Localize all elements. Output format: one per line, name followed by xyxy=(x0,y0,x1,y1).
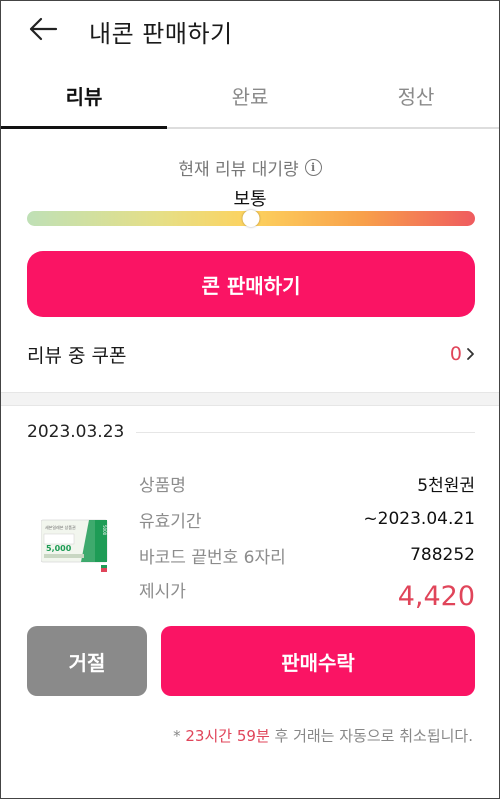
detail-value: 788252 xyxy=(410,545,475,565)
gift-card-brand: 세븐일레븐 상품권 xyxy=(45,524,76,530)
notice-suffix: 후 거래는 자동으로 취소됩니다. xyxy=(269,727,473,745)
detail-row-barcode: 바코드 끝번호 6자리 788252 xyxy=(139,537,475,573)
gift-card-side-text: 5000 xyxy=(102,525,107,536)
price-label: 제시가 xyxy=(139,582,186,602)
detail-label: 유효기간 xyxy=(139,511,202,532)
auto-cancel-notice: * 23시간 59분 후 거래는 자동으로 취소됩니다. xyxy=(173,725,473,746)
notice-hours: 23시간 xyxy=(185,727,233,745)
notice-prefix: * xyxy=(173,727,186,745)
gift-card-amount: 5,000 xyxy=(46,544,72,553)
tab-settlement[interactable]: 정산 xyxy=(333,63,499,127)
detail-row-expiry: 유효기간 ~2023.04.21 xyxy=(139,501,475,537)
review-wait-level: 보통 xyxy=(233,189,267,210)
page-title: 내콘 판매하기 xyxy=(89,20,233,48)
tab-completed[interactable]: 완료 xyxy=(167,63,333,127)
gift-card-image: 세븐일레븐 상품권 5,000 5000 xyxy=(40,519,113,573)
arrow-left-icon xyxy=(29,17,58,41)
reviewing-coupons-count: 0 xyxy=(450,343,475,365)
review-wait-label: 현재 리뷰 대기량 i xyxy=(1,155,499,180)
info-icon[interactable]: i xyxy=(304,159,322,176)
item-details: 상품명 5천원권 유효기간 ~2023.04.21 바코드 끝번호 6자리 78… xyxy=(139,465,475,619)
reject-button[interactable]: 거절 xyxy=(27,626,147,696)
detail-label: 상품명 xyxy=(139,475,186,496)
review-wait-text: 현재 리뷰 대기량 xyxy=(178,160,299,180)
item-date: 2023.03.23 xyxy=(27,422,125,442)
notice-minutes: 59분 xyxy=(236,727,270,745)
item-date-row: 2023.03.23 xyxy=(27,421,475,443)
reviewing-coupons-label: 리뷰 중 쿠폰 xyxy=(27,344,127,367)
detail-value: 5천원권 xyxy=(417,475,475,496)
back-button[interactable] xyxy=(23,11,63,47)
chevron-right-icon xyxy=(467,348,474,360)
header: 내콘 판매하기 xyxy=(1,1,499,63)
section-divider xyxy=(1,392,499,406)
detail-value: ~2023.04.21 xyxy=(363,509,475,529)
gauge-indicator xyxy=(242,210,260,227)
detail-row-product: 상품명 5천원권 xyxy=(139,465,475,501)
review-wait-gauge xyxy=(27,210,475,227)
accept-sale-button[interactable]: 판매수락 xyxy=(161,626,475,696)
tab-review[interactable]: 리뷰 xyxy=(1,63,167,129)
price-value: 4,420 xyxy=(397,581,475,612)
date-divider xyxy=(136,431,475,433)
coupon-count-value: 0 xyxy=(449,343,462,365)
gift-card-graphic: 세븐일레븐 상품권 5,000 5000 xyxy=(40,519,108,572)
sell-coupon-button[interactable]: 콘 판매하기 xyxy=(27,251,475,317)
detail-label: 바코드 끝번호 6자리 xyxy=(139,547,286,568)
tab-bar: 리뷰 완료 정산 xyxy=(1,63,499,129)
reviewing-coupons-row[interactable]: 리뷰 중 쿠폰 0 xyxy=(27,339,475,369)
detail-row-price: 제시가 4,420 xyxy=(139,573,475,619)
